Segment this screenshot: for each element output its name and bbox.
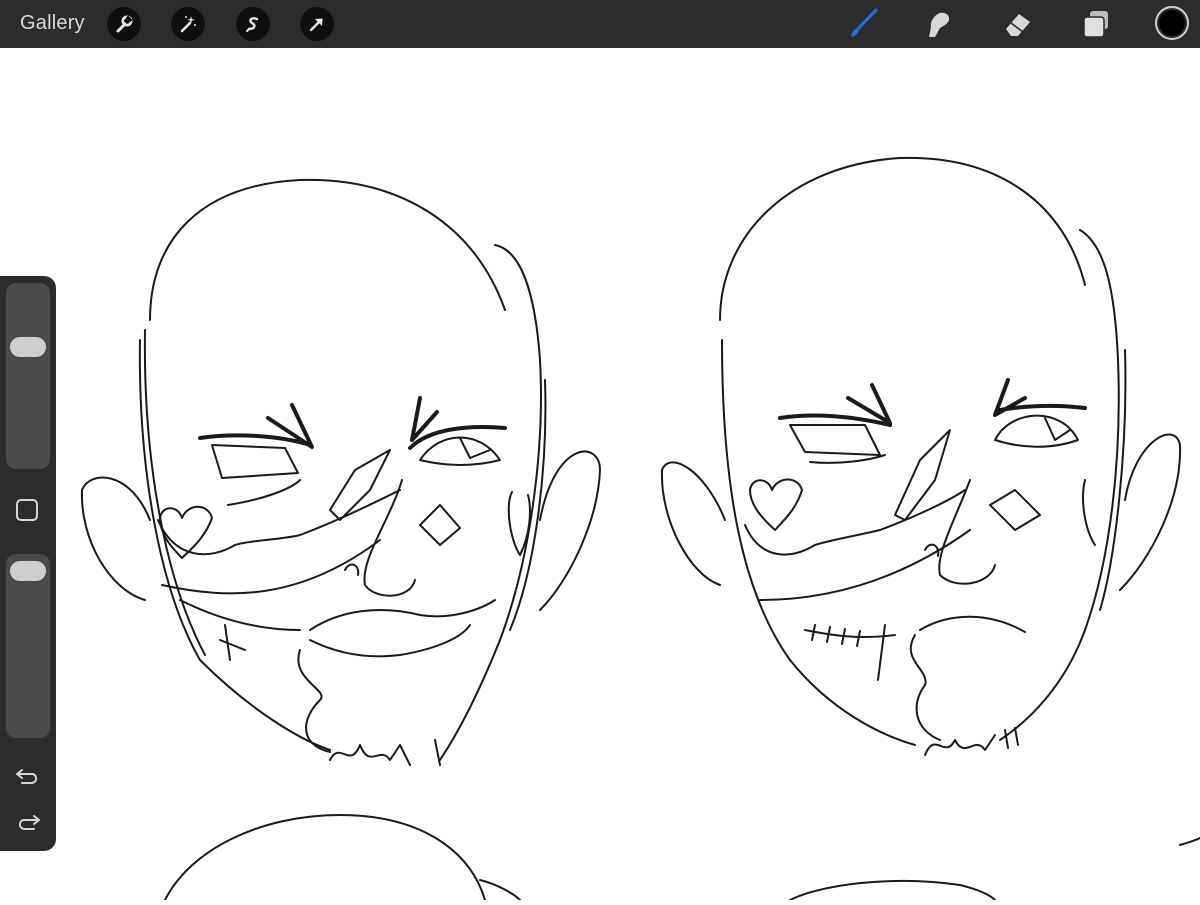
opacity-thumb[interactable] xyxy=(10,560,46,581)
modify-button[interactable] xyxy=(16,499,38,521)
eraser-icon xyxy=(1006,14,1030,36)
color-picker[interactable] xyxy=(1155,6,1189,40)
smudge-tool[interactable] xyxy=(920,6,956,42)
sketch-artwork xyxy=(80,156,1200,901)
brush-tool[interactable] xyxy=(845,6,881,42)
brush-size-thumb[interactable] xyxy=(10,336,46,357)
left-sidebar xyxy=(0,276,56,851)
magic-wand-icon xyxy=(180,16,196,33)
top-toolbar: Gallery xyxy=(0,0,1200,48)
wrench-icon xyxy=(116,15,133,33)
actions-button[interactable] xyxy=(107,7,141,41)
undo-icon[interactable] xyxy=(14,764,42,788)
brush-size-slider[interactable] xyxy=(6,283,50,469)
smudge-icon xyxy=(929,12,950,37)
adjustments-button[interactable] xyxy=(171,7,205,41)
transform-arrow-icon xyxy=(309,18,323,32)
drawing-canvas[interactable] xyxy=(0,48,1200,901)
layers-icon xyxy=(1083,11,1108,38)
brush-icon xyxy=(851,8,878,37)
selection-button[interactable] xyxy=(236,7,270,41)
eraser-tool[interactable] xyxy=(1000,6,1036,42)
selection-icon xyxy=(246,17,259,32)
transform-button[interactable] xyxy=(300,7,334,41)
current-color-swatch xyxy=(1159,10,1185,36)
opacity-slider[interactable] xyxy=(6,554,50,738)
gallery-button[interactable]: Gallery xyxy=(20,12,85,35)
layers-tool[interactable] xyxy=(1078,6,1114,42)
redo-icon[interactable] xyxy=(14,810,42,834)
